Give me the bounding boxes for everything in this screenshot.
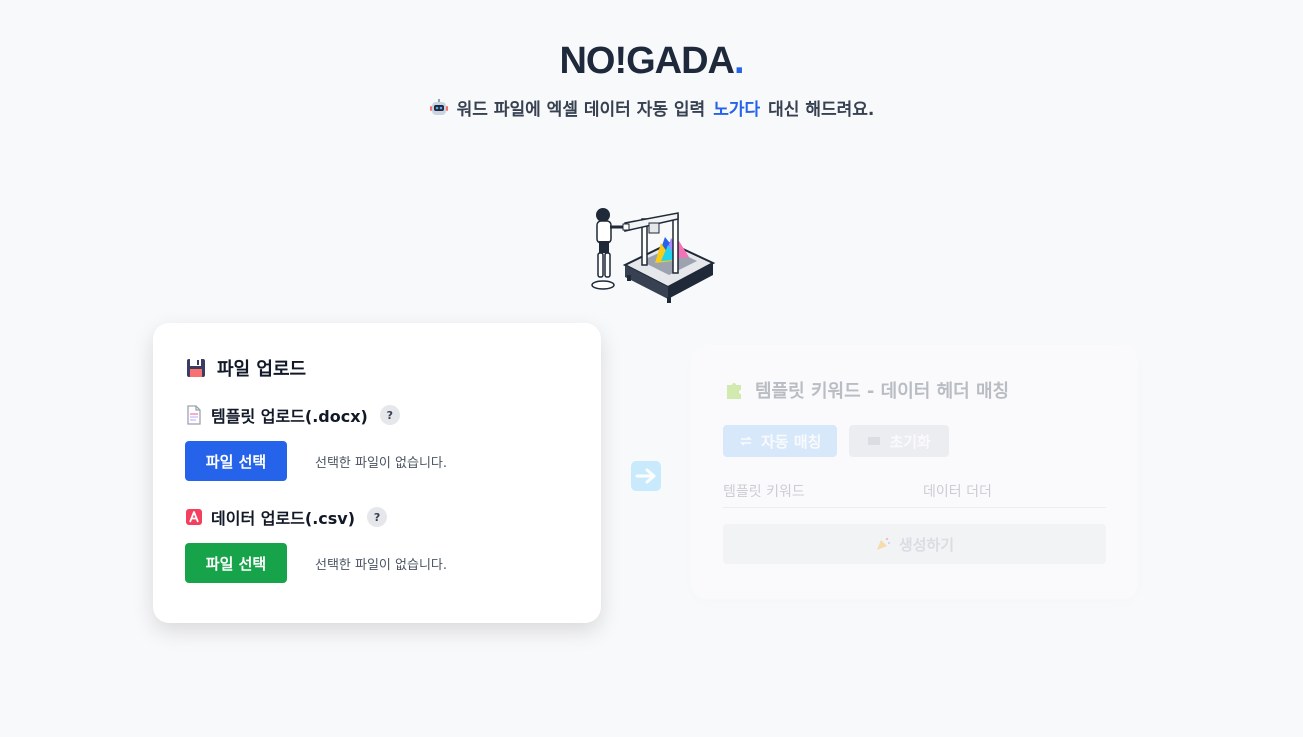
auto-match-button[interactable]: 자동 매칭 [723,425,838,457]
template-file-status: 선택한 파일이 없습니다. [315,455,447,471]
tagline-highlight: 노가다 [713,100,761,120]
right-arrow-icon [631,461,661,491]
robot-machine-illustration [591,208,716,303]
upload-card: 파일 업로드 템플릿 업로드(.docx) ? 파일 선택 선택한 파일이 없습… [153,323,601,623]
broom-icon [868,437,881,445]
puzzle-icon [727,383,741,399]
generate-button[interactable]: 생성하기 [723,524,1106,564]
brand-logo: NO!GADA. [559,40,744,82]
data-file-select-button[interactable]: 파일 선택 [185,543,287,583]
tagline-text-after: 대신 해드려요. [768,100,875,120]
data-file-status: 선택한 파일이 없습니다. [315,557,447,573]
data-help-button[interactable]: ? [367,507,388,527]
template-help-button[interactable]: ? [379,405,400,425]
party-popper-icon [876,537,890,550]
template-upload-label: 템플릿 업로드(.docx) ? [185,403,569,427]
data-upload-label: 데이터 업로드(.csv) ? [185,505,569,529]
data-file-row: 파일 선택 선택한 파일이 없습니다. [185,543,569,583]
matching-card-title: 템플릿 키워드 - 데이터 헤더 매칭 [723,377,1106,403]
col-template-keyword: 템플릿 키워드 [723,484,805,500]
upload-card-title: 파일 업로드 [185,355,569,381]
matching-actions: 자동 매칭 초기화 [723,425,1106,457]
template-file-select-button[interactable]: 파일 선택 [185,441,287,481]
template-file-row: 파일 선택 선택한 파일이 없습니다. [185,441,569,481]
template-upload-text: 템플릿 업로드(.docx) [211,407,368,426]
reset-button[interactable]: 초기화 [849,425,949,457]
tagline-text-before: 워드 파일에 엑셀 데이터 자동 입력 [456,100,706,120]
repeat-icon [740,436,752,446]
document-icon [187,405,201,425]
col-data-header: 데이터 더더 [923,484,992,500]
matching-table-header: 템플릿 키워드 데이터 더더 [723,481,1106,508]
tagline: 워드 파일에 엑셀 데이터 자동 입력 노가다 대신 해드려요. [0,95,1303,120]
data-upload-text: 데이터 업로드(.csv) [211,509,356,528]
header: NO!GADA. 워드 파일에 엑셀 데이터 자동 입력 노가다 대신 해드려요… [0,40,1303,120]
floppy-disk-icon [187,359,205,377]
letter-a-icon [186,509,202,525]
matching-card: 템플릿 키워드 - 데이터 헤더 매칭 자동 매칭 초기화 템플릿 키워드 데이… [691,345,1138,599]
robot-face-icon [429,98,448,115]
